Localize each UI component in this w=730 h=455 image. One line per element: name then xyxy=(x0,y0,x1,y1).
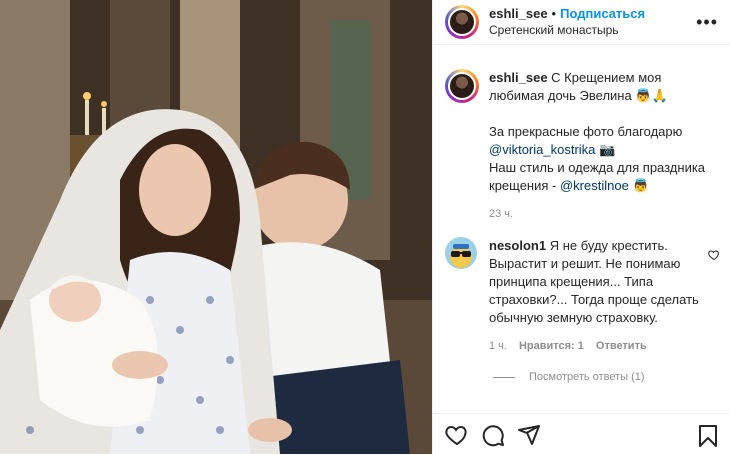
caption-line2-prefix: За прекрасные фото благодарю xyxy=(489,124,683,139)
author-info: eshli_see • Подписаться Сретенский монасты… xyxy=(489,6,645,38)
commenter-username[interactable]: nesolon1 xyxy=(489,238,546,253)
commenter-avatar[interactable] xyxy=(445,237,477,269)
store-mention[interactable]: @krestilnoe xyxy=(560,178,629,193)
comment-meta: 1 ч. Нравится: 1 Ответить xyxy=(489,337,704,355)
reply-button[interactable]: Ответить xyxy=(596,337,647,355)
post-photo[interactable] xyxy=(0,0,432,454)
camera-emoji: 📷 xyxy=(599,142,616,157)
caption-text: eshli_see С Крещением моя любимая дочь Э… xyxy=(489,69,718,223)
comment-likes[interactable]: Нравится: 1 xyxy=(519,337,584,355)
comment-time[interactable]: 1 ч. xyxy=(489,337,507,355)
author-avatar[interactable] xyxy=(445,5,479,39)
view-replies-label: Посмотреть ответы (1) xyxy=(529,371,645,383)
comment-body: nesolon1 Я не буду крестить. Вырастит и … xyxy=(489,237,704,355)
share-icon[interactable] xyxy=(517,423,541,447)
replies-divider xyxy=(493,376,515,378)
angel-emoji: 👼 xyxy=(632,178,649,193)
comment-item: nesolon1 Я не буду крестить. Вырастит и … xyxy=(433,223,730,355)
separator-dot: • xyxy=(551,6,557,21)
post-sidebar: eshli_see • Подписаться Сретенский монасты… xyxy=(432,0,730,454)
post-caption: eshli_see С Крещением моя любимая дочь Э… xyxy=(433,45,730,223)
more-options-icon[interactable]: ••• xyxy=(696,12,718,33)
caption-username[interactable]: eshli_see xyxy=(489,70,548,85)
post-timestamp[interactable]: 23 ч. xyxy=(489,205,718,223)
location-link[interactable]: Сретенский монастырь xyxy=(489,22,645,38)
author-username[interactable]: eshli_see xyxy=(489,6,548,21)
heart-icon[interactable] xyxy=(445,423,469,447)
baptism-photo-illustration xyxy=(0,0,432,454)
action-bar xyxy=(433,413,730,455)
caption-avatar[interactable] xyxy=(445,69,479,103)
comment-like-icon[interactable] xyxy=(708,249,720,264)
follow-button[interactable]: Подписаться xyxy=(560,6,645,21)
photographer-mention[interactable]: @viktoria_kostrika xyxy=(489,142,595,157)
bookmark-icon[interactable] xyxy=(696,424,720,448)
view-replies-button[interactable]: Посмотреть ответы (1) xyxy=(433,355,730,383)
sunglasses-avatar-icon xyxy=(445,237,477,269)
comment-icon[interactable] xyxy=(481,423,505,447)
post-header: eshli_see • Подписаться Сретенский монасты… xyxy=(433,0,730,45)
instagram-post: eshli_see • Подписаться Сретенский монасты… xyxy=(0,0,730,454)
